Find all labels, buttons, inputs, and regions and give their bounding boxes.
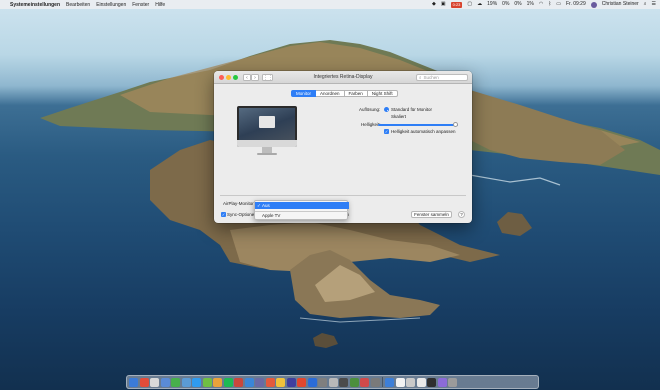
dock-app-icon[interactable] <box>297 377 306 387</box>
dock-app-icon[interactable] <box>202 377 212 387</box>
resolution-default-radio[interactable] <box>384 107 389 112</box>
cpu-percent[interactable]: 19% <box>487 0 497 9</box>
dock-app-icon[interactable] <box>437 377 447 387</box>
monitor-panel: Auflösung: Standard für Monitor Skaliert… <box>220 101 466 204</box>
auto-brightness-checkbox[interactable]: ✓ <box>384 129 389 134</box>
sync-options-label[interactable]: Sync-Optione <box>227 212 254 217</box>
screen-icon[interactable]: ▢ <box>467 0 472 9</box>
imac-screen <box>239 108 295 140</box>
dock-app-icon[interactable] <box>265 377 275 387</box>
search-icon[interactable]: ⌕ <box>644 0 647 9</box>
dock-app-icon[interactable] <box>427 377 436 387</box>
dock-app-icon[interactable] <box>339 377 348 387</box>
battery-b-percent[interactable]: 0% <box>514 0 521 9</box>
dock-app-icon[interactable] <box>370 377 380 387</box>
imac-foot <box>257 153 277 155</box>
gather-windows-button[interactable]: Fenster sammeln <box>411 211 452 218</box>
status-menu-area: ◆ ▣ 0:23 ▢ ☁ 19% 0% 0% 1% ◠ ᛒ ▭ Fr. 09:2… <box>432 0 656 9</box>
dock-app-icon[interactable] <box>318 377 327 387</box>
dock-app-icon[interactable] <box>171 377 180 387</box>
dock <box>126 375 539 389</box>
menu-einstellungen[interactable]: Einstellungen <box>96 2 126 8</box>
dock-app-icon[interactable] <box>160 377 170 387</box>
airplay-label: AirPlay-Monitor: <box>223 201 256 206</box>
battery-a-percent[interactable]: 0% <box>502 0 509 9</box>
tab-monitor[interactable]: Monitor <box>291 90 317 97</box>
dock-app-icon[interactable] <box>385 377 394 387</box>
menu-hilfe[interactable]: Hilfe <box>155 2 165 8</box>
brightness-slider-knob[interactable] <box>453 122 458 127</box>
wifi-icon[interactable]: ◠ <box>539 0 543 9</box>
resolution-label: Auflösung: <box>359 107 381 112</box>
resolution-scaled-label[interactable]: Skaliert <box>391 114 406 119</box>
dock-app-icon[interactable] <box>150 377 159 387</box>
imac-illustration <box>237 106 297 156</box>
dock-app-icon[interactable] <box>328 377 338 387</box>
brightness-slider-fill <box>378 124 458 126</box>
control-icon[interactable]: ▣ <box>441 0 446 9</box>
brightness-low-icon: ☼ <box>371 121 375 126</box>
tab-anordnen[interactable]: Anordnen <box>316 90 345 97</box>
dock-app-icon[interactable] <box>244 377 254 387</box>
title-bar: ‹ › ⋮⋮ Integriertes Retina-Display ⌕ Such… <box>214 71 472 84</box>
dock-divider <box>382 377 383 387</box>
timer-badge[interactable]: 0:23 <box>450 1 463 8</box>
dock-app-icon[interactable] <box>416 377 426 387</box>
menu-bar: Systemeinstellungen Bearbeiten Einstellu… <box>0 0 660 9</box>
dock-app-icon[interactable] <box>223 377 233 387</box>
brightness-slider[interactable] <box>378 122 458 127</box>
dock-app-icon[interactable] <box>213 377 222 387</box>
airplay-popup-menu: ✓ Aus Apple TV <box>254 200 349 220</box>
search-placeholder: Suchen <box>423 75 439 80</box>
auto-brightness-label[interactable]: Helligkeit automatisch anpassen <box>391 129 456 134</box>
dock-app-icon[interactable] <box>276 377 285 387</box>
app-menu[interactable]: Systemeinstellungen <box>10 2 60 8</box>
dock-app-icon[interactable] <box>395 377 405 387</box>
dock-app-icon[interactable] <box>192 377 201 387</box>
menu-bearbeiten[interactable]: Bearbeiten <box>66 2 90 8</box>
airplay-option-apple-tv-label: Apple TV <box>262 213 281 218</box>
list-icon[interactable]: ☰ <box>652 0 656 9</box>
airplay-option-aus[interactable]: ✓ Aus <box>255 202 349 209</box>
dock-app-icon[interactable] <box>307 377 317 387</box>
tab-night-shift[interactable]: Night Shift <box>367 90 398 97</box>
dock-app-icon[interactable] <box>349 377 359 387</box>
tab-bar: Monitor Anordnen Farben Night Shift <box>291 90 398 97</box>
battery-icon[interactable]: ▭ <box>556 0 561 9</box>
resolution-default-label[interactable]: Standard für Monitor <box>391 107 432 112</box>
dock-app-icon[interactable] <box>448 377 457 387</box>
tab-farben[interactable]: Farben <box>344 90 368 97</box>
help-button[interactable]: ? <box>458 211 465 218</box>
dock-app-icon[interactable] <box>360 377 369 387</box>
dock-app-icon[interactable] <box>139 377 149 387</box>
user-avatar <box>590 1 597 8</box>
dock-app-icon[interactable] <box>406 377 415 387</box>
search-field[interactable]: ⌕ Suchen <box>416 74 468 81</box>
dock-app-icon[interactable] <box>181 377 191 387</box>
airplay-option-aus-label: Aus <box>262 203 270 208</box>
menu-fenster[interactable]: Fenster <box>132 2 149 8</box>
user-name[interactable]: Christian Steiner <box>602 0 639 9</box>
dock-app-icon[interactable] <box>234 377 243 387</box>
panel-separator <box>220 195 466 196</box>
search-field-icon: ⌕ <box>419 75 422 80</box>
clock[interactable]: Fr. 09:29 <box>566 0 586 9</box>
dock-app-icon[interactable] <box>255 377 264 387</box>
volume-percent[interactable]: 1% <box>527 0 534 9</box>
imac-screen-window <box>259 116 275 128</box>
bluetooth-icon[interactable]: ᛒ <box>548 0 551 9</box>
checkmark-icon: ✓ <box>257 203 261 208</box>
dock-app-icon[interactable] <box>129 377 138 387</box>
imac-chin <box>237 140 297 147</box>
airplay-option-apple-tv[interactable]: Apple TV <box>255 212 349 219</box>
sync-options-checkbox[interactable]: ✓ <box>221 212 226 217</box>
dock-app-icon[interactable] <box>286 377 296 387</box>
cloud-icon[interactable]: ☁ <box>477 0 482 9</box>
dropbox-icon[interactable]: ◆ <box>432 0 436 9</box>
